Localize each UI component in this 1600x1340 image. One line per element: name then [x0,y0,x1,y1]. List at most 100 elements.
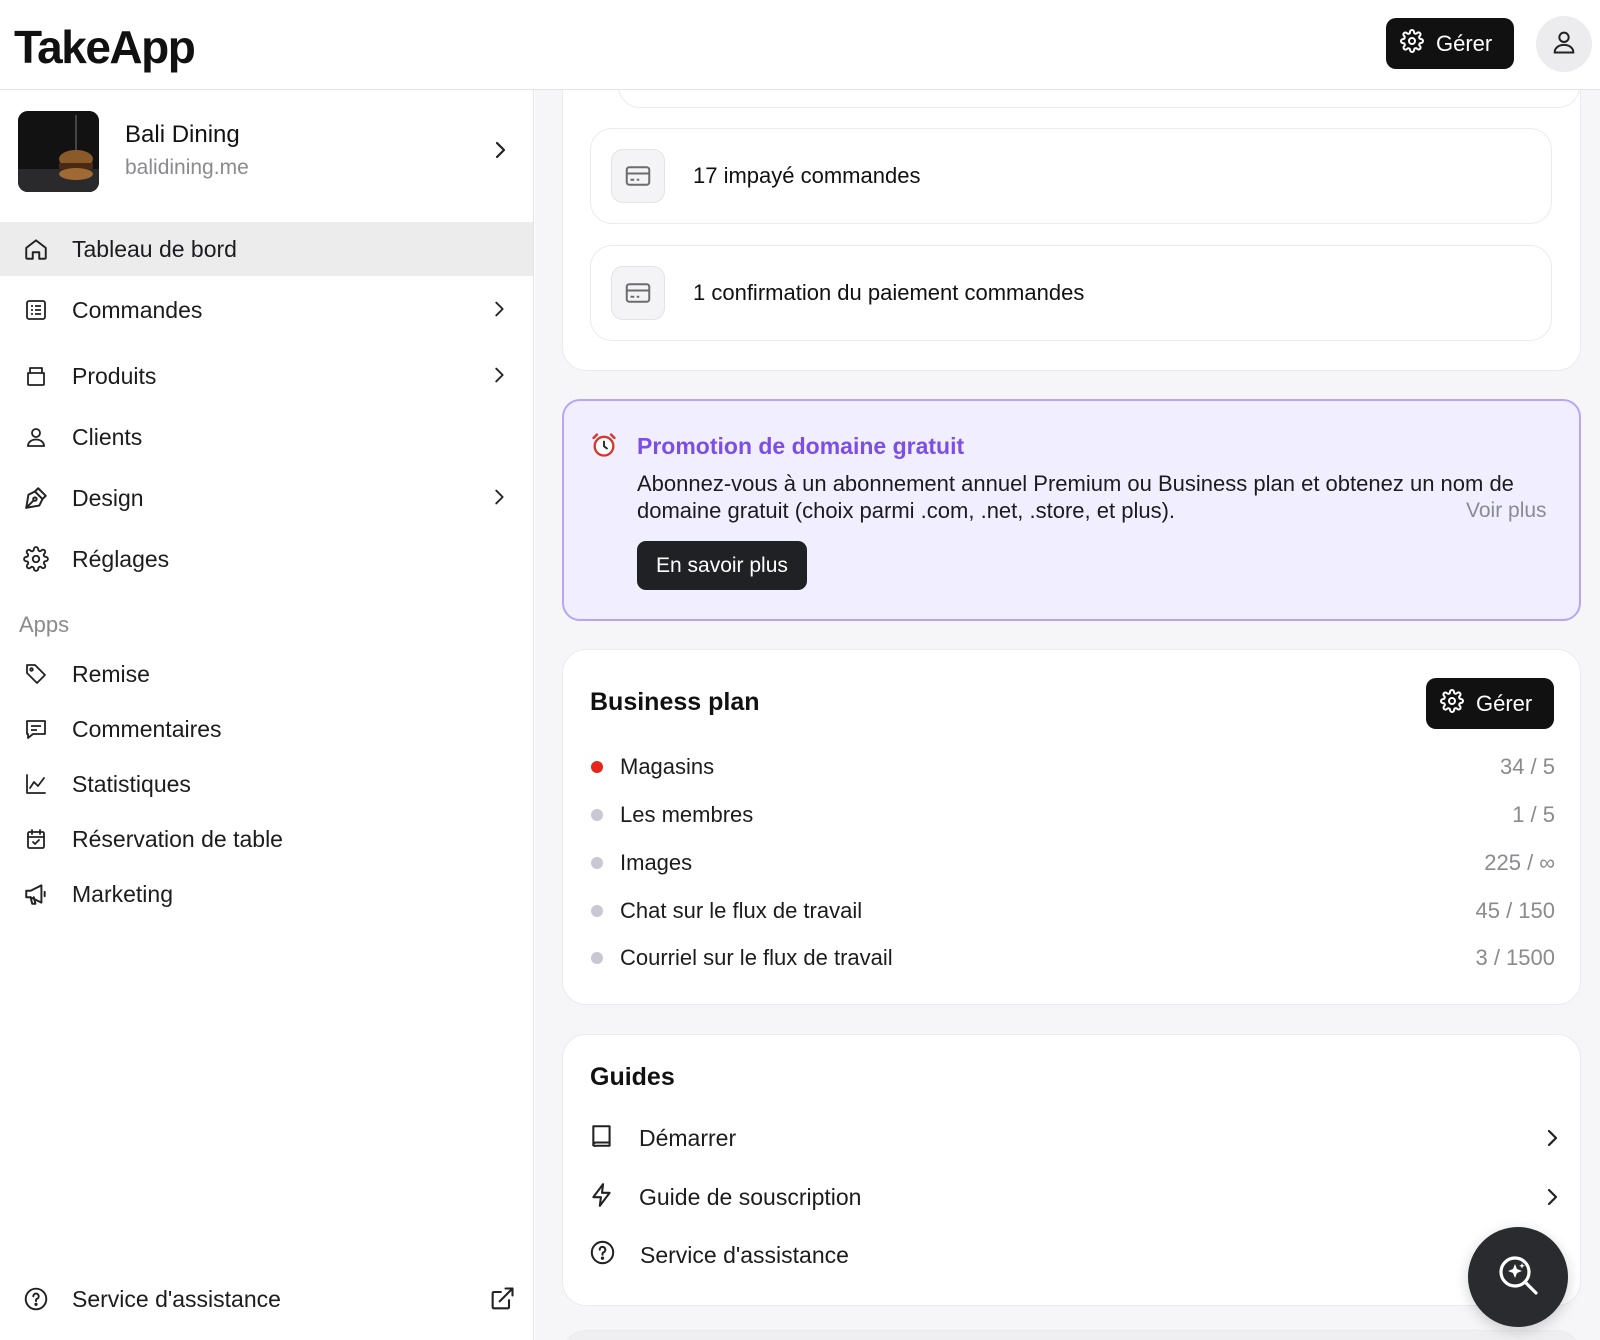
credit-card-icon [611,266,665,320]
promo-learn-more-button[interactable]: En savoir plus [637,541,807,590]
order-row-hidden[interactable] [618,90,1580,108]
nav-item-clients[interactable]: Clients [0,410,533,464]
book-icon [589,1123,615,1154]
promo-text: Abonnez-vous à un abonnement annuel Prem… [637,471,1514,523]
nav-item-reservation-de-table[interactable]: Réservation de table [0,812,533,866]
chevron-right-icon [488,138,512,167]
order-row-payment-confirmation[interactable]: 1 confirmation du paiement commandes [590,245,1552,341]
nav-item-marketing[interactable]: Marketing [0,867,533,921]
plan-row-value: 3 / 1500 [1475,945,1555,970]
sparkle-search-icon [1494,1251,1542,1304]
products-icon [22,362,50,390]
promo-see-more-link[interactable]: Voir plus [1466,499,1547,523]
plan-row-membres: Les membres 1 / 5 [590,799,1555,831]
plan-row-value: 1 / 5 [1512,802,1555,827]
calendar-icon [22,825,50,853]
manage-button-label: Gérer [1436,30,1493,56]
chevron-right-icon [488,364,510,391]
nav-item-commandes[interactable]: Commandes [0,283,533,337]
plan-manage-button[interactable]: Gérer [1426,678,1554,729]
nav-item-statistiques[interactable]: Statistiques [0,757,533,811]
chevron-right-icon [1540,1126,1564,1155]
apps-section-title: Apps [19,612,70,637]
nav-label: Clients [72,423,143,450]
plan-row-label: Images [620,850,693,875]
nav-label: Service d'assistance [72,1285,281,1312]
nav-item-service-assistance[interactable]: Service d'assistance [0,1272,533,1326]
credit-card-icon [611,149,665,203]
plan-manage-label: Gérer [1476,690,1533,716]
pen-icon [22,484,50,512]
gear-icon [1440,688,1464,719]
nav-label: Remise [72,660,150,687]
nav-item-remise[interactable]: Remise [0,647,533,701]
guide-item-souscription[interactable]: Guide de souscription [589,1177,1564,1217]
sidebar: Bali Dining balidining.me Tableau de bor… [0,90,534,1340]
nav-item-produits[interactable]: Produits [0,349,533,403]
store-switcher[interactable]: Bali Dining balidining.me [18,110,518,192]
top-header: TakeApp Gérer [0,0,1600,90]
status-dot [591,952,603,964]
status-dot [591,905,603,917]
gear-icon [1400,28,1424,59]
user-icon [1550,28,1578,61]
manage-button[interactable]: Gérer [1386,18,1514,69]
plan-row-chat-workflow: Chat sur le flux de travail 45 / 150 [590,895,1555,927]
nav-item-tableau-de-bord[interactable]: Tableau de bord [0,222,533,276]
plan-row-magasins: Magasins 34 / 5 [590,751,1555,783]
promo-title: Promotion de domaine gratuit [637,433,965,459]
order-row-text: 1 confirmation du paiement commandes [693,280,1085,305]
guide-item-service-assistance[interactable]: Service d'assistance [589,1235,1564,1275]
plan-row-label: Les membres [620,802,754,827]
chevron-right-icon [488,298,510,325]
nav-item-reglages[interactable]: Réglages [0,532,533,586]
plan-row-value: 225 / ∞ [1484,850,1555,875]
orders-icon [22,296,50,324]
plan-row-email-workflow: Courriel sur le flux de travail 3 / 1500 [590,942,1555,974]
store-thumbnail [18,110,99,192]
nav-label: Réglages [72,545,170,572]
external-link-icon [488,1285,516,1318]
status-dot [591,809,603,821]
user-icon [22,423,50,451]
nav-item-commentaires[interactable]: Commentaires [0,702,533,756]
status-dot [591,857,603,869]
next-card-peek [562,1330,1581,1340]
chevron-right-icon [488,486,510,513]
order-row-text: 17 impayé commandes [693,163,921,188]
promo-banner: Promotion de domaine gratuit Abonnez-vou… [562,399,1581,621]
guide-label: Démarrer [639,1124,737,1151]
comment-icon [22,715,50,743]
business-plan-title: Business plan [590,688,760,716]
guide-label: Service d'assistance [640,1241,849,1268]
nav-label: Produits [72,362,157,389]
logo[interactable]: TakeApp [14,20,196,74]
help-circle-icon [589,1239,616,1271]
alarm-clock-icon [590,431,618,464]
home-icon [22,235,50,263]
plan-row-label: Magasins [620,754,715,779]
plan-row-value: 34 / 5 [1499,754,1555,779]
plan-row-images: Images 225 / ∞ [590,847,1555,879]
help-circle-icon [22,1285,50,1313]
gear-icon [22,545,50,573]
nav-label: Réservation de table [72,825,283,852]
avatar[interactable] [1536,16,1592,72]
main-content: 17 impayé commandes 1 confirmation du pa… [535,90,1600,1340]
tag-icon [22,660,50,688]
chart-icon [22,770,50,798]
nav-label: Tableau de bord [72,235,237,262]
store-name: Bali Dining [125,120,240,148]
nav-label: Marketing [72,880,173,907]
nav-item-design[interactable]: Design [0,471,533,525]
ai-search-button[interactable] [1468,1227,1568,1327]
bolt-icon [589,1182,615,1213]
order-row-unpaid[interactable]: 17 impayé commandes [590,128,1552,224]
guide-item-demarrer[interactable]: Démarrer [589,1118,1564,1158]
guide-label: Guide de souscription [639,1183,862,1210]
nav-label: Statistiques [72,770,191,797]
plan-row-label: Courriel sur le flux de travail [620,945,893,970]
guides-card: Guides Démarrer Guide de souscription Se… [562,1034,1581,1306]
nav-label: Design [72,484,144,511]
store-domain: balidining.me [125,155,249,179]
